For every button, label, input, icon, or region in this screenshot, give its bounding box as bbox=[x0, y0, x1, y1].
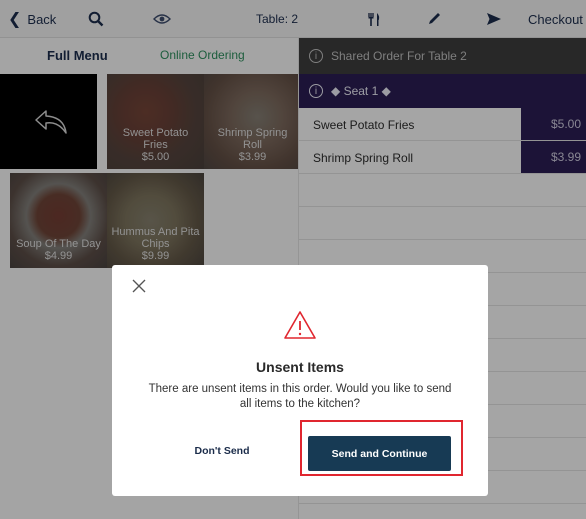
dialog-message: There are unsent items in this order. Wo… bbox=[148, 383, 452, 410]
unsent-items-dialog: Unsent Items There are unsent items in t… bbox=[112, 265, 488, 496]
dont-send-button[interactable]: Don't Send bbox=[172, 445, 272, 465]
send-and-continue-button[interactable]: Send and Continue bbox=[308, 436, 451, 471]
dialog-title: Unsent Items bbox=[256, 359, 344, 375]
warning-icon bbox=[284, 311, 316, 339]
close-icon[interactable] bbox=[130, 277, 148, 295]
